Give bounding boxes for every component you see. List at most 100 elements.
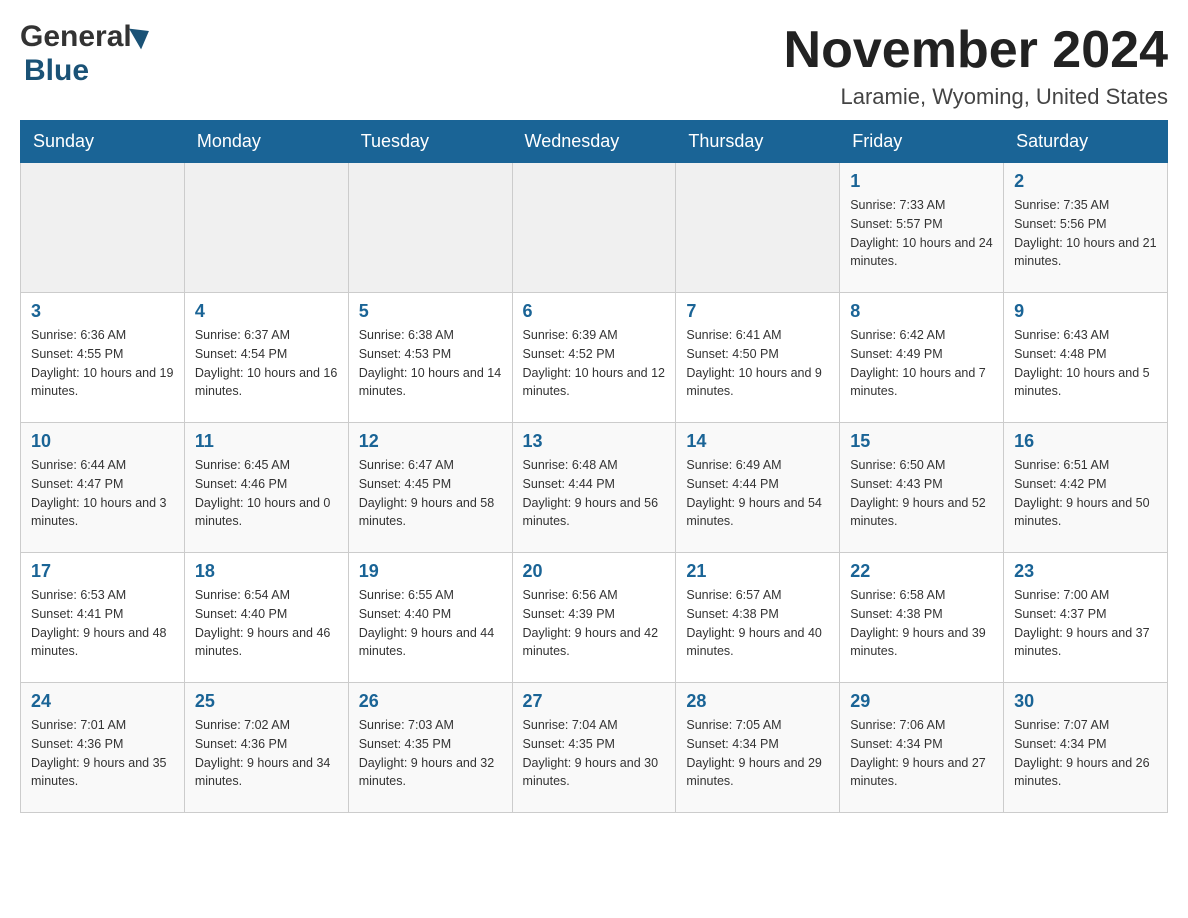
week-row-3: 10Sunrise: 6:44 AMSunset: 4:47 PMDayligh… [21,423,1168,553]
day-number: 11 [195,431,338,452]
day-cell: 15Sunrise: 6:50 AMSunset: 4:43 PMDayligh… [840,423,1004,553]
day-info: Sunrise: 6:49 AMSunset: 4:44 PMDaylight:… [686,456,829,531]
day-info: Sunrise: 7:03 AMSunset: 4:35 PMDaylight:… [359,716,502,791]
day-cell: 23Sunrise: 7:00 AMSunset: 4:37 PMDayligh… [1004,553,1168,683]
day-cell [676,163,840,293]
title-section: November 2024 Laramie, Wyoming, United S… [784,20,1168,110]
day-info: Sunrise: 6:41 AMSunset: 4:50 PMDaylight:… [686,326,829,401]
day-cell: 27 Sunrise: 7:04 AMSunset: 4:35 PMDayligh… [512,683,676,813]
logo-general-text: General [20,20,132,54]
day-number: 19 [359,561,502,582]
day-number: 28 [686,691,829,712]
day-number: 9 [1014,301,1157,322]
day-info: Sunrise: 6:55 AMSunset: 4:40 PMDaylight:… [359,586,502,661]
logo-blue-text: Blue [24,54,89,87]
day-number: 1 [850,171,993,192]
day-cell: 8Sunrise: 6:42 AMSunset: 4:49 PMDaylight… [840,293,1004,423]
day-number: 22 [850,561,993,582]
calendar-title: November 2024 [784,20,1168,80]
day-info: Sunrise: 6:53 AMSunset: 4:41 PMDaylight:… [31,586,174,661]
day-number: 18 [195,561,338,582]
day-cell [21,163,185,293]
day-cell: 7 Sunrise: 6:41 AMSunset: 4:50 PMDaylight… [676,293,840,423]
weekday-header-sunday: Sunday [21,121,185,163]
day-cell: 12 Sunrise: 6:47 AMSunset: 4:45 PMDayligh… [348,423,512,553]
day-number: 20 [523,561,666,582]
day-info: Sunrise: 6:58 AMSunset: 4:38 PMDaylight:… [850,586,993,661]
day-cell: 21 Sunrise: 6:57 AMSunset: 4:38 PMDayligh… [676,553,840,683]
day-info: Sunrise: 6:56 AMSunset: 4:39 PMDaylight:… [523,586,666,661]
day-cell: 24 Sunrise: 7:01 AMSunset: 4:36 PMDayligh… [21,683,185,813]
day-number: 15 [850,431,993,452]
day-cell: 25Sunrise: 7:02 AMSunset: 4:36 PMDayligh… [184,683,348,813]
day-number: 14 [686,431,829,452]
day-cell: 16 Sunrise: 6:51 AMSunset: 4:42 PMDayligh… [1004,423,1168,553]
day-info: Sunrise: 6:51 AMSunset: 4:42 PMDaylight:… [1014,456,1157,531]
day-cell: 13Sunrise: 6:48 AMSunset: 4:44 PMDayligh… [512,423,676,553]
day-cell: 26 Sunrise: 7:03 AMSunset: 4:35 PMDayligh… [348,683,512,813]
day-cell: 4Sunrise: 6:37 AMSunset: 4:54 PMDaylight… [184,293,348,423]
weekday-header-friday: Friday [840,121,1004,163]
day-number: 21 [686,561,829,582]
day-number: 17 [31,561,174,582]
day-info: Sunrise: 6:45 AMSunset: 4:46 PMDaylight:… [195,456,338,531]
day-number: 29 [850,691,993,712]
day-number: 27 [523,691,666,712]
day-number: 2 [1014,171,1157,192]
day-cell: 28 Sunrise: 7:05 AMSunset: 4:34 PMDayligh… [676,683,840,813]
day-info: Sunrise: 7:05 AMSunset: 4:34 PMDaylight:… [686,716,829,791]
day-number: 5 [359,301,502,322]
day-cell: 20 Sunrise: 6:56 AMSunset: 4:39 PMDayligh… [512,553,676,683]
day-cell [512,163,676,293]
day-info: Sunrise: 6:36 AMSunset: 4:55 PMDaylight:… [31,326,174,401]
day-number: 26 [359,691,502,712]
day-info: Sunrise: 6:39 AMSunset: 4:52 PMDaylight:… [523,326,666,401]
day-info: Sunrise: 6:43 AMSunset: 4:48 PMDaylight:… [1014,326,1157,401]
day-info: Sunrise: 6:57 AMSunset: 4:38 PMDaylight:… [686,586,829,661]
calendar-subtitle: Laramie, Wyoming, United States [784,84,1168,110]
day-cell: 1Sunrise: 7:33 AMSunset: 5:57 PMDaylight… [840,163,1004,293]
day-cell: 6 Sunrise: 6:39 AMSunset: 4:52 PMDaylight… [512,293,676,423]
day-info: Sunrise: 7:04 AMSunset: 4:35 PMDaylight:… [523,716,666,791]
day-info: Sunrise: 6:48 AMSunset: 4:44 PMDaylight:… [523,456,666,531]
day-cell [184,163,348,293]
week-row-1: 1Sunrise: 7:33 AMSunset: 5:57 PMDaylight… [21,163,1168,293]
day-info: Sunrise: 7:01 AMSunset: 4:36 PMDaylight:… [31,716,174,791]
day-cell: 22 Sunrise: 6:58 AMSunset: 4:38 PMDayligh… [840,553,1004,683]
day-number: 6 [523,301,666,322]
day-cell: 14 Sunrise: 6:49 AMSunset: 4:44 PMDayligh… [676,423,840,553]
day-number: 24 [31,691,174,712]
week-row-2: 3 Sunrise: 6:36 AMSunset: 4:55 PMDaylight… [21,293,1168,423]
day-cell: 11 Sunrise: 6:45 AMSunset: 4:46 PMDayligh… [184,423,348,553]
day-info: Sunrise: 7:06 AMSunset: 4:34 PMDaylight:… [850,716,993,791]
day-info: Sunrise: 6:42 AMSunset: 4:49 PMDaylight:… [850,326,993,401]
day-info: Sunrise: 7:00 AMSunset: 4:37 PMDaylight:… [1014,586,1157,661]
day-number: 30 [1014,691,1157,712]
day-cell [348,163,512,293]
day-number: 10 [31,431,174,452]
weekday-header-saturday: Saturday [1004,121,1168,163]
day-cell: 2 Sunrise: 7:35 AMSunset: 5:56 PMDaylight… [1004,163,1168,293]
weekday-header-tuesday: Tuesday [348,121,512,163]
day-cell: 19 Sunrise: 6:55 AMSunset: 4:40 PMDayligh… [348,553,512,683]
page-header: General Blue November 2024 Laramie, Wyom… [20,20,1168,110]
calendar-table: SundayMondayTuesdayWednesdayThursdayFrid… [20,120,1168,813]
day-cell: 5Sunrise: 6:38 AMSunset: 4:53 PMDaylight… [348,293,512,423]
day-info: Sunrise: 7:35 AMSunset: 5:56 PMDaylight:… [1014,196,1157,271]
day-cell: 3 Sunrise: 6:36 AMSunset: 4:55 PMDaylight… [21,293,185,423]
logo-chevron-icon [129,20,155,49]
weekday-header-row: SundayMondayTuesdayWednesdayThursdayFrid… [21,121,1168,163]
day-number: 3 [31,301,174,322]
day-number: 12 [359,431,502,452]
day-number: 7 [686,301,829,322]
week-row-5: 24 Sunrise: 7:01 AMSunset: 4:36 PMDayligh… [21,683,1168,813]
weekday-header-wednesday: Wednesday [512,121,676,163]
day-number: 16 [1014,431,1157,452]
day-cell: 18Sunrise: 6:54 AMSunset: 4:40 PMDayligh… [184,553,348,683]
day-info: Sunrise: 6:47 AMSunset: 4:45 PMDaylight:… [359,456,502,531]
weekday-header-thursday: Thursday [676,121,840,163]
day-info: Sunrise: 7:07 AMSunset: 4:34 PMDaylight:… [1014,716,1157,791]
day-cell: 9 Sunrise: 6:43 AMSunset: 4:48 PMDaylight… [1004,293,1168,423]
day-info: Sunrise: 7:02 AMSunset: 4:36 PMDaylight:… [195,716,338,791]
day-cell: 29 Sunrise: 7:06 AMSunset: 4:34 PMDayligh… [840,683,1004,813]
